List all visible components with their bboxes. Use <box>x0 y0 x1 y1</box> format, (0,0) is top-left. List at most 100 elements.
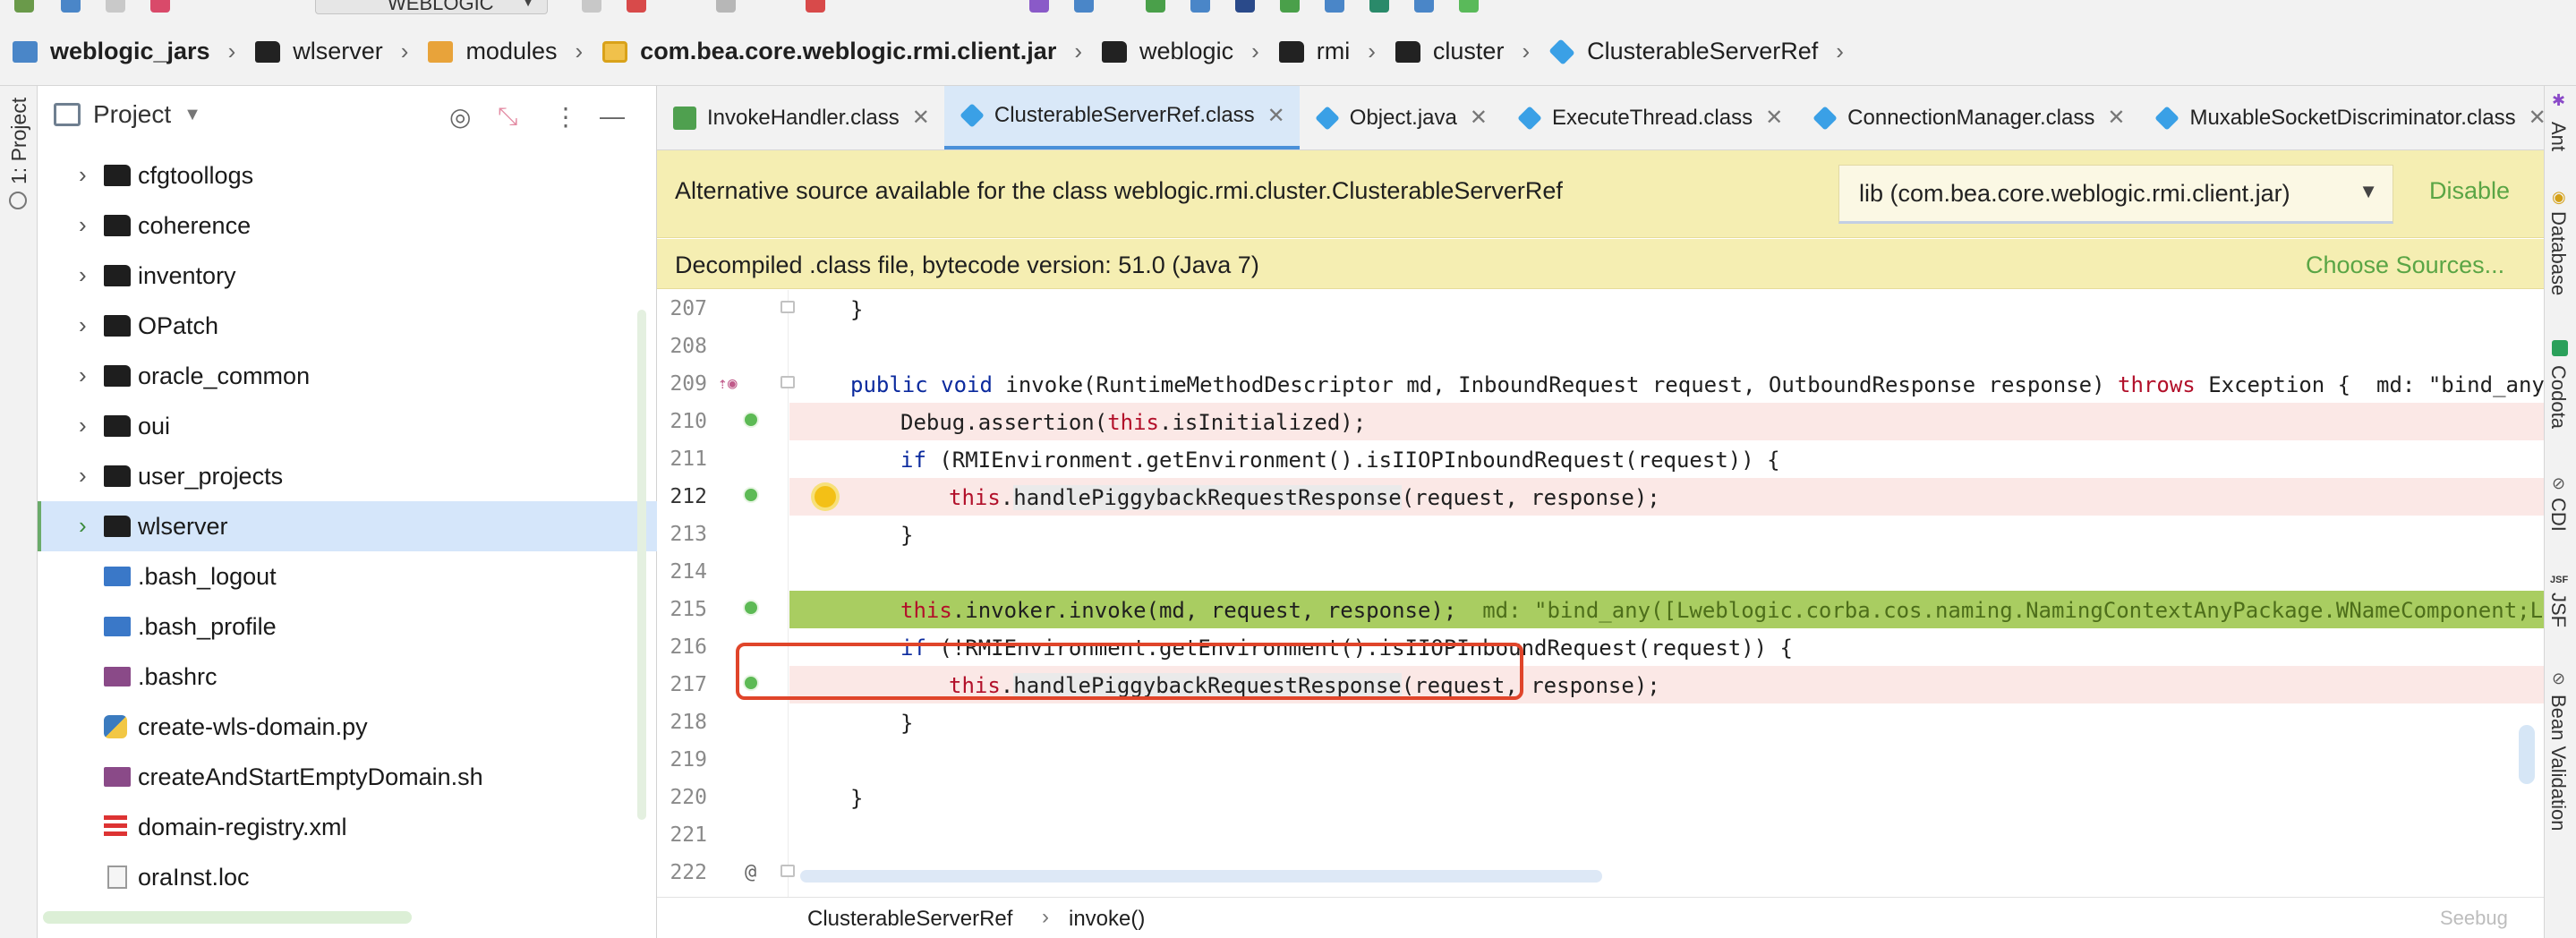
code-line-215-current-execution[interactable]: 215 this.invoker.invoke(md, request, res… <box>657 591 2544 628</box>
breadcrumb-item-rmi[interactable]: rmi › <box>1278 38 1395 65</box>
more-options-icon[interactable]: ⋮ <box>553 102 578 132</box>
tree-item-cfgtoollogs[interactable]: › cfgtoollogs <box>38 150 657 200</box>
code-line-221[interactable]: 221 <box>657 816 2544 854</box>
tree-item-wlserver[interactable]: › wlserver <box>38 501 657 551</box>
code-line-207[interactable]: 207 } <box>657 290 2544 328</box>
tree-item-oui[interactable]: › oui <box>38 401 657 451</box>
breadcrumb-item-modules[interactable]: modules › <box>428 38 602 65</box>
tool-button-bean-validation[interactable]: Bean Validation <box>2546 695 2570 831</box>
editor-vertical-scrollbar[interactable] <box>2519 725 2535 784</box>
lightbulb-icon[interactable] <box>815 486 836 507</box>
fold-marker-icon[interactable] <box>780 865 795 877</box>
sync-icon[interactable] <box>61 0 81 13</box>
chevron-right-icon[interactable]: › <box>79 462 87 490</box>
annotation-icon[interactable]: @ <box>745 861 756 883</box>
tree-item-bash-profile[interactable]: .bash_profile <box>38 601 657 652</box>
debug-icon[interactable] <box>627 0 646 13</box>
breadcrumb-item-jar[interactable]: com.bea.core.weblogic.rmi.client.jar › <box>602 38 1102 65</box>
code-line-214[interactable]: 214 <box>657 553 2544 591</box>
chart-icon[interactable] <box>1280 0 1300 13</box>
implemented-method-icon[interactable]: ⇡◉ <box>718 374 738 393</box>
tool-button-database[interactable]: Database <box>2546 211 2570 295</box>
tool-button-jsf[interactable]: JSF <box>2546 593 2570 627</box>
code-line-220[interactable]: 220 } <box>657 779 2544 816</box>
coverage-icon[interactable] <box>716 0 736 13</box>
tab-executethread[interactable]: ExecuteThread.class ✕ <box>1502 86 1797 149</box>
tab-clusterableserverref[interactable]: ClusterableServerRef.class ✕ <box>943 86 1300 149</box>
close-icon[interactable]: ✕ <box>2107 105 2125 131</box>
run-icon[interactable] <box>582 0 601 13</box>
tree-item-opatch[interactable]: › OPatch <box>38 301 657 351</box>
code-line-213[interactable]: 213 } <box>657 516 2544 553</box>
tree-item-bashrc[interactable]: .bashrc <box>38 652 657 702</box>
project-vertical-scrollbar[interactable] <box>637 310 646 820</box>
layout-icon[interactable] <box>1414 0 1434 13</box>
android-icon[interactable] <box>1459 0 1479 13</box>
tree-item-oracle-common[interactable]: › oracle_common <box>38 351 657 401</box>
close-icon[interactable]: ✕ <box>2529 105 2544 131</box>
tool-button-codota[interactable]: Codota <box>2546 365 2570 429</box>
choose-sources-link[interactable]: Choose Sources... <box>2306 252 2504 279</box>
collapse-all-icon[interactable]: ⤡ <box>498 102 517 132</box>
disable-link[interactable]: Disable <box>2429 177 2510 205</box>
search-icon[interactable] <box>1190 0 1210 13</box>
breadcrumb-item-class[interactable]: ClusterableServerRef › <box>1548 38 1864 65</box>
structure-tool-icon[interactable] <box>9 192 27 209</box>
tab-connectionmanager[interactable]: ConnectionManager.class ✕ <box>1797 86 2139 149</box>
fold-marker-icon[interactable] <box>780 301 795 313</box>
breakpoint-icon[interactable] <box>743 412 759 428</box>
tree-item-bash-logout[interactable]: .bash_logout <box>38 551 657 601</box>
chevron-right-icon[interactable]: › <box>79 161 87 189</box>
tree-item-orainst[interactable]: oraInst.loc <box>38 852 657 902</box>
tree-item-domain-registry[interactable]: domain-registry.xml <box>38 802 657 852</box>
code-line-212[interactable]: 212 this.handlePiggybackRequestResponse(… <box>657 478 2544 516</box>
code-line-210[interactable]: 210 Debug.assertion(this.isInitialized); <box>657 403 2544 440</box>
settings-icon[interactable] <box>1029 0 1049 13</box>
project-view-title[interactable]: Project <box>93 100 171 129</box>
editor-horizontal-scrollbar[interactable] <box>800 870 1602 883</box>
plugin-icon[interactable] <box>1369 0 1389 13</box>
close-icon[interactable]: ✕ <box>1765 105 1783 131</box>
close-icon[interactable]: ✕ <box>1470 105 1488 131</box>
class-crumb[interactable]: ClusterableServerRef <box>807 907 1012 932</box>
project-horizontal-scrollbar[interactable] <box>43 911 412 924</box>
tab-muxablesocketdiscriminator[interactable]: MuxableSocketDiscriminator.class ✕ <box>2139 86 2544 149</box>
tree-item-coherence[interactable]: › coherence <box>38 200 657 251</box>
project-structure-icon[interactable] <box>14 0 34 13</box>
chevron-right-icon[interactable]: › <box>79 412 87 439</box>
tree-item-user-projects[interactable]: › user_projects <box>38 451 657 501</box>
chevron-down-icon[interactable]: ▼ <box>183 105 201 125</box>
back-icon[interactable] <box>106 0 125 13</box>
run-configuration-select[interactable]: WEBLOGIC ▼ <box>315 0 548 14</box>
tool-button-cdi[interactable]: CDI <box>2546 498 2570 532</box>
terminal-icon[interactable] <box>1146 0 1165 13</box>
method-crumb[interactable]: invoke() <box>1069 907 1145 932</box>
structure-icon[interactable] <box>1074 0 1094 13</box>
breakpoint-icon[interactable] <box>743 600 759 616</box>
project-tool-button[interactable]: 1: Project <box>7 98 31 184</box>
vcs-icon[interactable] <box>1235 0 1255 13</box>
locate-icon[interactable]: ◎ <box>449 102 471 132</box>
tree-item-inventory[interactable]: › inventory <box>38 251 657 301</box>
build-icon[interactable] <box>150 0 170 13</box>
breadcrumb-item-project[interactable]: weblogic_jars › <box>13 38 255 65</box>
tree-item-create-and-start[interactable]: createAndStartEmptyDomain.sh <box>38 752 657 802</box>
close-icon[interactable]: ✕ <box>1267 103 1285 129</box>
compass-icon[interactable] <box>1325 0 1344 13</box>
code-line-209[interactable]: 209 ⇡◉ public void invoke(RuntimeMethodD… <box>657 365 2544 403</box>
breadcrumb-item-wlserver[interactable]: wlserver › <box>255 38 428 65</box>
stop-icon[interactable] <box>806 0 825 13</box>
breakpoint-icon[interactable] <box>743 487 759 503</box>
close-icon[interactable]: ✕ <box>912 105 930 131</box>
tool-button-ant[interactable]: Ant <box>2546 122 2570 151</box>
code-line-211[interactable]: 211 if (RMIEnvironment.getEnvironment().… <box>657 440 2544 478</box>
chevron-right-icon[interactable]: › <box>79 311 87 339</box>
code-line-219[interactable]: 219 <box>657 741 2544 779</box>
chevron-right-icon[interactable]: › <box>79 261 87 289</box>
code-editor[interactable]: 207 } 208 209 ⇡◉ public void invoke(Runt… <box>657 290 2544 899</box>
chevron-right-icon[interactable]: › <box>79 362 87 389</box>
tab-invokehandler[interactable]: InvokeHandler.class ✕ <box>657 86 944 149</box>
tree-item-create-wls-domain[interactable]: create-wls-domain.py <box>38 702 657 752</box>
breadcrumb-item-weblogic[interactable]: weblogic › <box>1102 38 1279 65</box>
code-line-218[interactable]: 218 } <box>657 704 2544 741</box>
